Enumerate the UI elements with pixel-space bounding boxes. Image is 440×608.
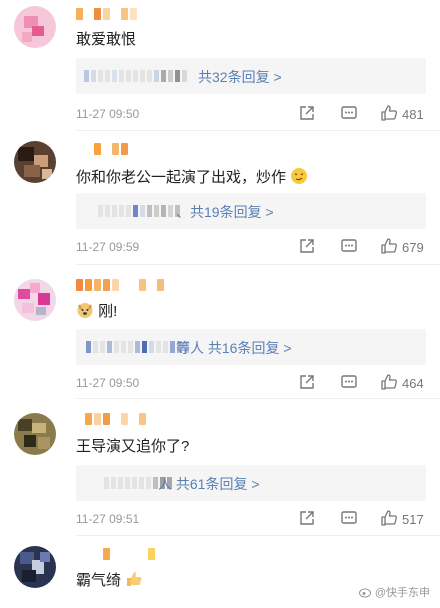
like-count: 517 xyxy=(402,512,424,527)
comment-text-content: 霸气绮 xyxy=(76,572,122,589)
share-icon[interactable] xyxy=(298,509,318,529)
comment-text: 刚! xyxy=(76,301,117,322)
comment-text-content: 你和你老公一起演了出戏，炒作 xyxy=(76,169,287,186)
comment-text: 敢爱敢恨 xyxy=(76,31,137,48)
reply-usernames xyxy=(86,341,189,353)
username[interactable] xyxy=(76,8,137,22)
smirk-emoji-icon xyxy=(291,168,308,184)
like-count: 481 xyxy=(402,107,424,122)
divider xyxy=(76,130,440,131)
reply-preview[interactable]: 等人 共16条回复 > xyxy=(76,329,426,365)
comment-meta: 11-27 09:59 679 xyxy=(76,237,426,257)
reply-preview[interactable]: 共32条回复 > xyxy=(76,58,426,94)
doge-emoji-icon xyxy=(77,303,93,318)
reply-usernames xyxy=(84,70,187,82)
comment-meta: 11-27 09:50 464 xyxy=(76,373,426,393)
share-icon[interactable] xyxy=(298,373,318,393)
comment-text: 王导演又追你了? xyxy=(76,438,190,455)
timestamp: 11-27 09:51 xyxy=(76,512,140,526)
comment-icon[interactable] xyxy=(340,509,360,529)
avatar[interactable] xyxy=(14,141,56,183)
username[interactable] xyxy=(76,413,146,427)
view-replies-link[interactable]: 等人 共16条回复 > xyxy=(176,338,292,358)
thumbs-up-emoji-icon xyxy=(127,572,142,586)
share-icon[interactable] xyxy=(298,104,318,124)
comment-icon[interactable] xyxy=(340,104,360,124)
like-count: 464 xyxy=(402,376,424,391)
weibo-logo-icon xyxy=(358,588,371,598)
reply-usernames xyxy=(98,205,180,217)
thumbs-up-icon[interactable] xyxy=(380,104,400,124)
view-replies-link[interactable]: 、共19条回复 > xyxy=(176,202,274,222)
reply-preview[interactable]: 、共19条回复 > xyxy=(76,193,426,229)
watermark: @快手东申 xyxy=(358,584,430,600)
like-count: 679 xyxy=(402,240,424,255)
share-icon[interactable] xyxy=(298,237,318,257)
timestamp: 11-27 09:59 xyxy=(76,240,140,254)
divider xyxy=(76,535,440,536)
comment-meta: 11-27 09:50 481 xyxy=(76,104,426,124)
comment-icon[interactable] xyxy=(340,237,360,257)
comment-text: 你和你老公一起演了出戏，炒作 xyxy=(76,167,308,188)
timestamp: 11-27 09:50 xyxy=(76,107,140,121)
thumbs-up-icon[interactable] xyxy=(380,373,400,393)
avatar[interactable] xyxy=(14,546,56,588)
view-replies-link[interactable]: 共32条回复 > xyxy=(198,67,282,87)
watermark-text: @快手东申 xyxy=(374,587,430,599)
avatar[interactable] xyxy=(14,6,56,48)
timestamp: 11-27 09:50 xyxy=(76,376,140,390)
avatar[interactable] xyxy=(14,279,56,321)
comment-text: 霸气绮 xyxy=(76,570,143,591)
view-replies-link[interactable]: 人 共61条回复 > xyxy=(158,474,260,494)
username[interactable] xyxy=(76,548,155,562)
divider xyxy=(76,398,440,399)
username[interactable] xyxy=(76,279,164,293)
thumbs-up-icon[interactable] xyxy=(380,509,400,529)
comment-meta: 11-27 09:51 517 xyxy=(76,509,426,529)
comment-icon[interactable] xyxy=(340,373,360,393)
divider xyxy=(76,264,440,265)
username[interactable] xyxy=(76,143,128,157)
avatar[interactable] xyxy=(14,413,56,455)
comment-text-content: 刚! xyxy=(98,303,118,320)
thumbs-up-icon[interactable] xyxy=(380,237,400,257)
reply-preview[interactable]: 人 共61条回复 > xyxy=(76,465,426,501)
